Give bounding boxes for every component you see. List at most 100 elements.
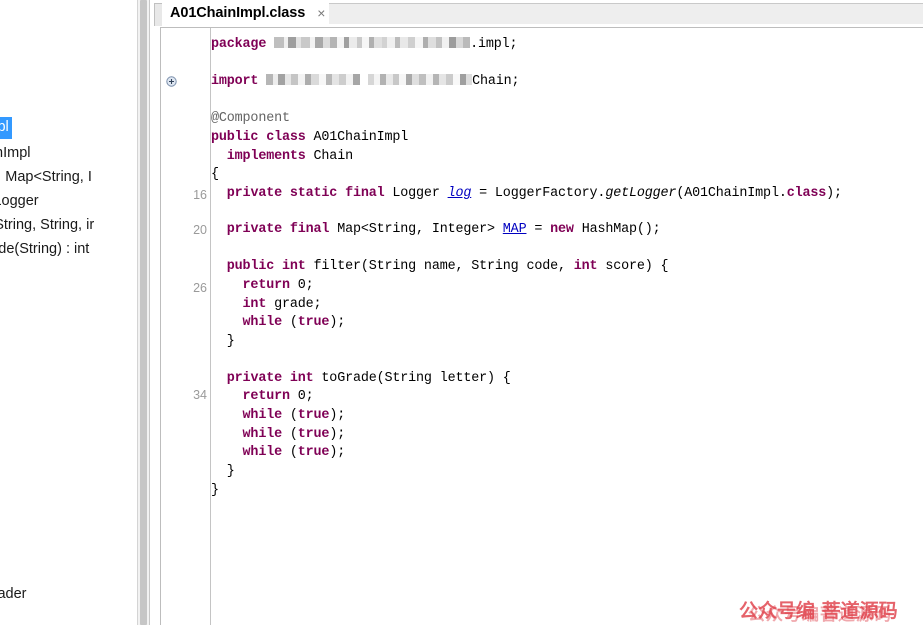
code-token: implements — [226, 149, 314, 164]
code-line[interactable]: private final Map<String, Integer> MAP =… — [211, 222, 661, 238]
code-line[interactable]: return 0; — [211, 389, 314, 405]
code-line[interactable]: package .impl; — [211, 37, 518, 53]
code-line[interactable]: return 0; — [211, 278, 314, 294]
code-token: (A01ChainImpl. — [676, 186, 787, 201]
code-token: ( — [289, 427, 298, 442]
code-line[interactable]: while (true); — [211, 427, 346, 443]
code-line[interactable]: { — [211, 167, 219, 183]
code-token: ); — [826, 186, 842, 201]
code-line[interactable]: while (true); — [211, 315, 346, 331]
code-token: while — [242, 427, 290, 442]
code-token: } — [211, 334, 235, 349]
code-token: while — [242, 408, 290, 423]
code-token: new — [550, 222, 582, 237]
code-token: { — [211, 167, 219, 182]
line-number: 34 — [193, 388, 207, 402]
code-line[interactable]: } — [211, 334, 235, 350]
outline-item[interactable]: toGrade(String) : int — [0, 240, 89, 259]
code-token: private final — [226, 222, 338, 237]
code-token: public class — [211, 130, 314, 145]
outline-item[interactable]: ainImpl — [0, 117, 12, 139]
code-token: ( — [289, 445, 298, 460]
code-line[interactable]: while (true); — [211, 408, 346, 424]
censored-text-block — [274, 37, 471, 48]
code-token: } — [211, 464, 235, 479]
code-token: private int — [226, 371, 322, 386]
code-line[interactable]: implements Chain — [211, 149, 353, 165]
censored-text-block — [368, 74, 473, 85]
code-line[interactable]: public int filter(String name, String co… — [211, 259, 669, 275]
code-token: Chain; — [472, 74, 520, 89]
code-token: private static final — [226, 186, 393, 201]
outline-scrollbar-thumb[interactable] — [140, 0, 147, 625]
code-line[interactable]: int grade; — [211, 297, 322, 313]
code-token: @Component — [211, 111, 290, 126]
code-token: getLogger — [605, 186, 677, 201]
code-token: true — [297, 445, 330, 460]
code-token: filter(String name, String code, — [313, 259, 574, 274]
outline-item[interactable]: oot.loader — [0, 585, 27, 604]
line-number: 16 — [193, 188, 207, 202]
code-line[interactable]: private static final Logger log = Logger… — [211, 186, 842, 202]
code-token: grade; — [274, 297, 322, 312]
line-number: 26 — [193, 281, 207, 295]
code-token: 0 — [297, 278, 306, 293]
code-token: ; — [305, 389, 314, 404]
code-line[interactable]: import Chain; — [211, 74, 520, 90]
outline-scrollbar[interactable] — [137, 0, 150, 625]
code-token: ); — [329, 408, 346, 423]
code-token: Logger — [392, 186, 448, 201]
code-line[interactable]: while (true); — [211, 445, 346, 461]
tab-strip-empty-area — [321, 3, 923, 24]
tab-title: A01ChainImpl.class — [170, 5, 306, 21]
outline-item[interactable]: filter(String, String, ir — [0, 216, 94, 235]
code-line[interactable]: } — [211, 464, 235, 480]
code-token: 0 — [297, 389, 306, 404]
code-token: import — [211, 74, 267, 89]
code-line[interactable]: private int toGrade(String letter) { — [211, 371, 511, 387]
code-token: while — [242, 445, 290, 460]
code-token: ); — [329, 445, 346, 460]
code-token: toGrade(String letter) { — [321, 371, 511, 386]
fold-expand-icon[interactable] — [166, 76, 177, 87]
code-token: int — [242, 297, 275, 312]
code-text-content[interactable]: package .impl; import Chain; @Component pub… — [211, 28, 923, 625]
code-token: Map<String, Integer> — [337, 222, 503, 237]
outline-panel[interactable]: ainImpl lChainImpl MAP : Map<String, I log … — [0, 0, 137, 625]
code-token: return — [242, 278, 298, 293]
code-token: while — [242, 315, 290, 330]
close-icon[interactable]: × — [317, 6, 325, 20]
code-editor-pane[interactable]: 16 20 26 34 package .impl; import Chain; @Com… — [160, 27, 923, 625]
code-token: A01ChainImpl — [313, 130, 409, 145]
censored-text-block — [266, 74, 361, 85]
editor-tab-bar: A01ChainImpl.class × — [154, 0, 923, 27]
code-token: public int — [226, 259, 314, 274]
code-token: ); — [329, 427, 346, 442]
outline-item[interactable]: log : Logger — [0, 192, 39, 211]
editor-tab-a01chainimpl[interactable]: A01ChainImpl.class × — [162, 0, 330, 26]
outline-item[interactable]: MAP : Map<String, I — [0, 168, 92, 187]
code-token: .impl; — [470, 37, 518, 52]
code-token: ; — [305, 278, 314, 293]
code-token: = LoggerFactory. — [471, 186, 606, 201]
code-token: Chain — [313, 149, 354, 164]
code-token: MAP — [502, 222, 527, 237]
annotation-fold-ruler[interactable] — [161, 28, 181, 625]
code-line[interactable]: } — [211, 483, 219, 499]
code-line[interactable]: public class A01ChainImpl — [211, 130, 408, 146]
code-line[interactable]: @Component — [211, 111, 290, 127]
code-token: true — [297, 315, 330, 330]
outline-item[interactable]: lChainImpl — [0, 144, 31, 163]
code-token: ( — [289, 315, 298, 330]
code-token: package — [211, 37, 275, 52]
